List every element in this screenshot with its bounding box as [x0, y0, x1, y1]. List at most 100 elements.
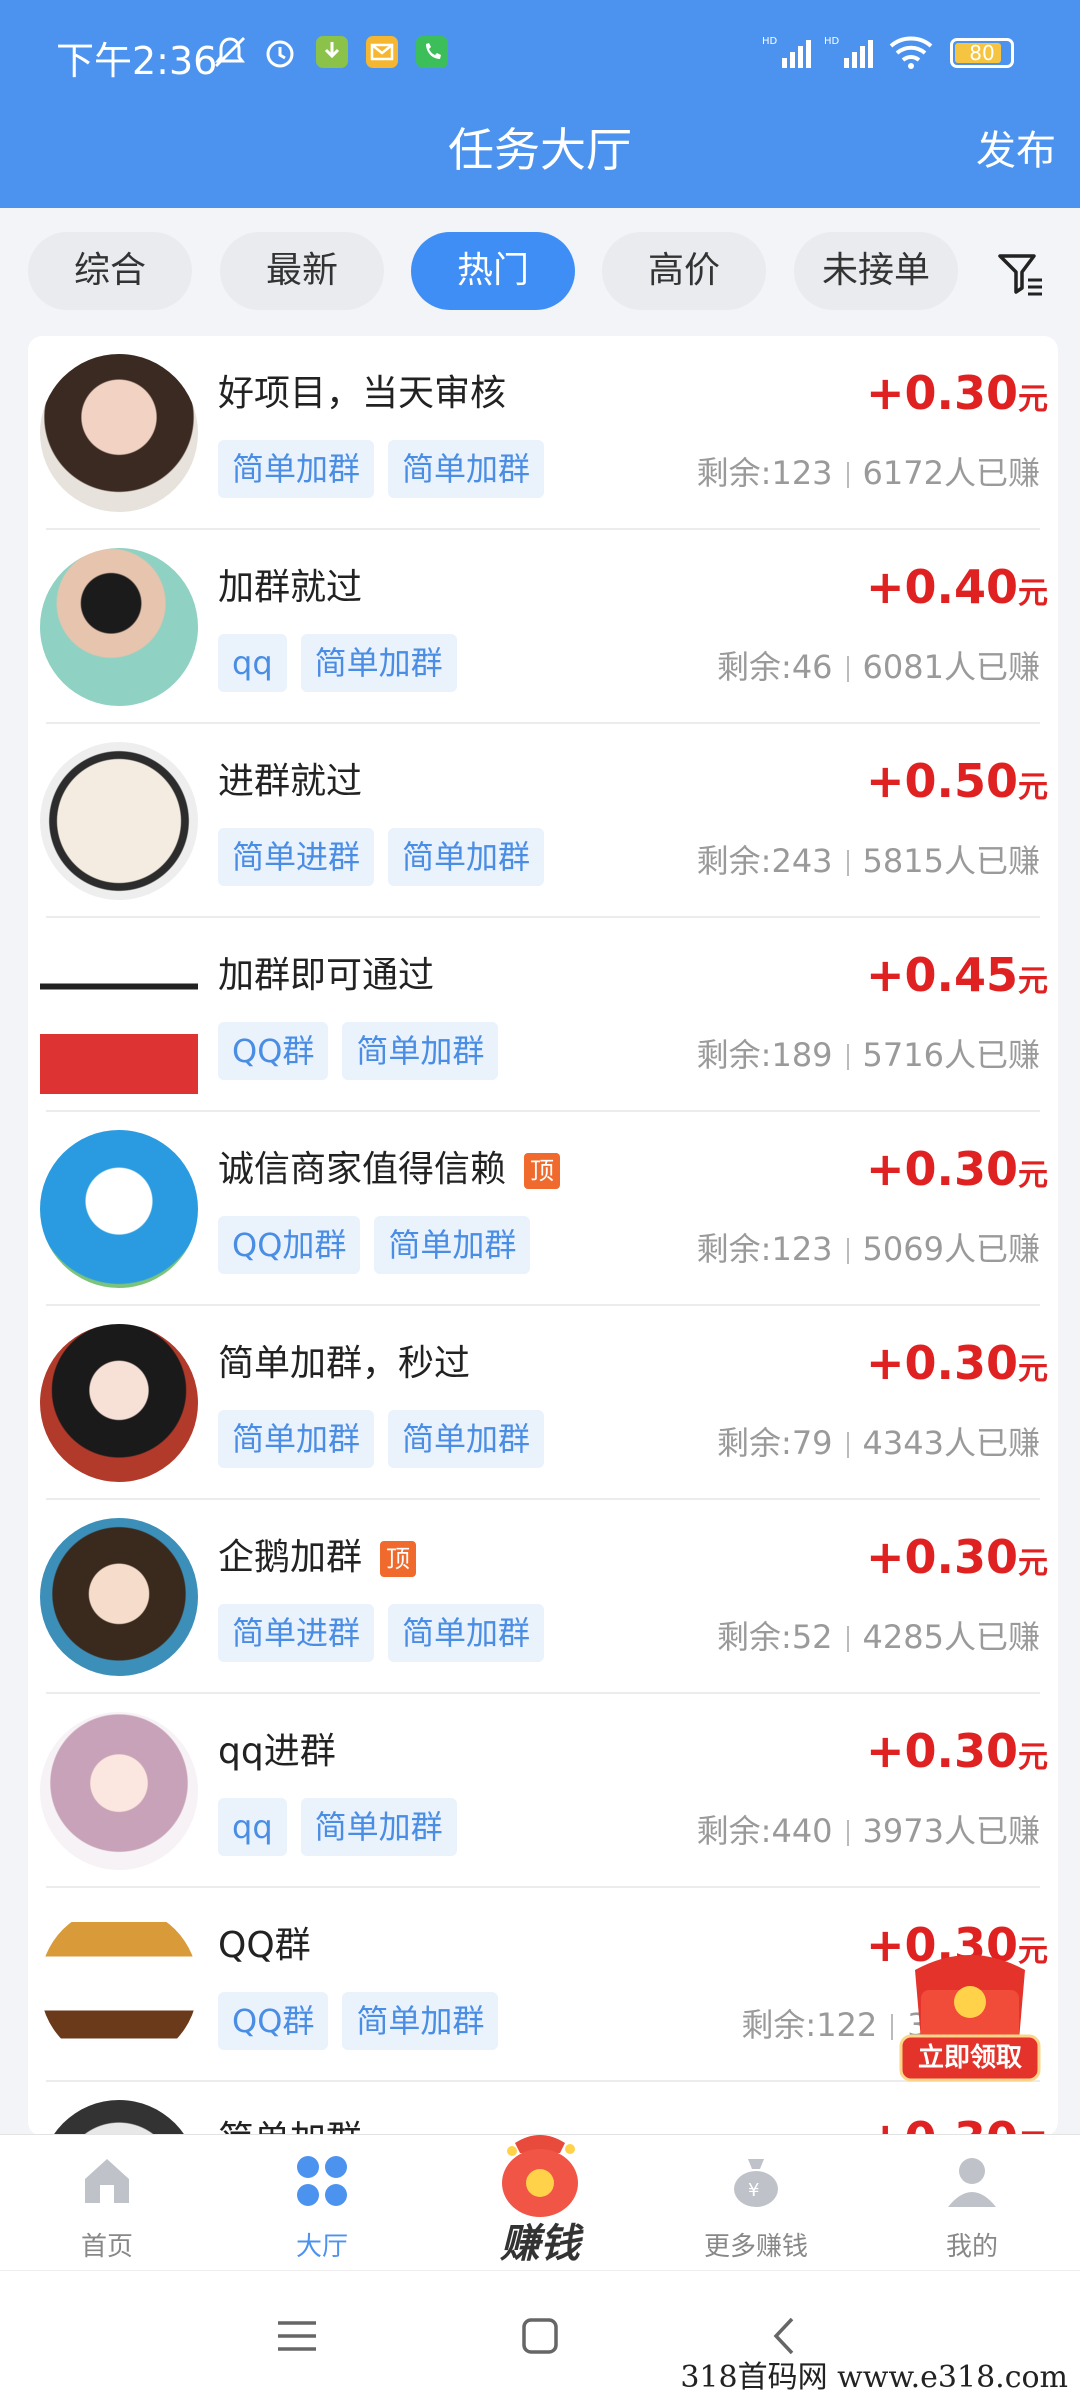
avatar [40, 354, 198, 512]
nav-hall[interactable]: 大厅 [242, 2153, 402, 2263]
task-row[interactable]: 加群就过 qq 简单加群 +0.40元 剩余:46 6081人已赚 [28, 530, 1058, 724]
task-title: qq进群 [218, 1731, 336, 1772]
wifi-icon [889, 36, 933, 69]
task-tags: 简单加群 简单加群 [218, 440, 558, 498]
task-row[interactable]: 好项目，当天审核 简单加群 简单加群 +0.30元 剩余:123 6172人已赚 [28, 336, 1058, 530]
task-title: 简单加群 [218, 2110, 362, 2136]
publish-button[interactable]: 发布 [976, 118, 1056, 176]
task-title: 加群即可通过 [218, 955, 435, 996]
task-price: +0.30元 [865, 366, 1048, 420]
avatar [40, 1324, 198, 1482]
nav-home[interactable]: 首页 [27, 2153, 187, 2263]
task-stats: 剩余:243 5815人已赚 [697, 836, 1040, 882]
task-price: +0.30元 [865, 1142, 1048, 1196]
bottom-nav: 首页 大厅 赚钱 ¥ 更多赚钱 我的 [0, 2134, 1080, 2270]
task-tags: qq 简单加群 [218, 634, 471, 692]
task-tag: QQ群 [218, 1992, 329, 2050]
user-icon [948, 2158, 996, 2207]
task-earned: 6172人已赚 [862, 454, 1040, 492]
tab-high-price[interactable]: 高价 [602, 232, 766, 310]
task-row[interactable]: 简单加群，秒过 简单加群 简单加群 +0.30元 剩余:79 4343人已赚 [28, 1306, 1058, 1500]
task-remaining: 剩余:123 [696, 1230, 833, 1268]
task-price: +0.30元 [865, 1530, 1048, 1584]
mute-bell-icon [214, 36, 246, 68]
status-time: 下午2:36 [56, 39, 218, 83]
task-remaining: 剩余:52 [717, 1618, 833, 1656]
task-stats: 剩余:52 4285人已赚 [717, 1612, 1040, 1658]
task-tag: 简单加群 [388, 440, 545, 498]
download-notify-icon [316, 36, 348, 68]
task-tag: 简单进群 [218, 1604, 375, 1662]
nav-earn-label: 赚钱 [500, 2221, 580, 2267]
task-row[interactable]: qq进群 qq 简单加群 +0.30元 剩余:440 3973人已赚 [28, 1694, 1058, 1888]
task-remaining: 剩余:123 [696, 454, 833, 492]
task-tags: 简单加群 简单加群 [218, 1410, 558, 1468]
svg-text:HD: HD [762, 36, 778, 47]
task-earned: 5815人已赚 [862, 842, 1040, 880]
task-tag: 简单加群 [300, 634, 457, 692]
filter-icon[interactable] [996, 250, 1046, 300]
avatar [40, 936, 198, 1094]
task-tag: QQ群 [218, 1022, 329, 1080]
task-row[interactable]: 诚信商家值得信赖顶 QQ加群 简单加群 +0.30元 剩余:123 5069人已赚 [28, 1112, 1058, 1306]
grid-icon [297, 2156, 347, 2206]
tab-comprehensive[interactable]: 综合 [28, 232, 192, 310]
task-remaining: 剩余:243 [696, 842, 833, 880]
task-price: +0.45元 [865, 948, 1048, 1002]
task-earned: 6081人已赚 [862, 648, 1040, 686]
avatar [40, 548, 198, 706]
task-tags: qq 简单加群 [218, 1798, 471, 1856]
filter-tabs: 综合 最新 热门 高价 未接单 [0, 208, 1080, 338]
task-tag: 简单加群 [300, 1798, 457, 1856]
watermark: 318首码网 www.e318.com [680, 2360, 1068, 2395]
task-earned: 4285人已赚 [862, 1618, 1040, 1656]
task-title: 好项目，当天审核 [218, 373, 507, 414]
task-price: +0.30元 [865, 1724, 1048, 1778]
task-title: 简单加群，秒过 [218, 1343, 471, 1384]
task-tag: QQ加群 [218, 1216, 361, 1274]
nav-home-label: 首页 [80, 2232, 133, 2262]
task-stats: 剩余:189 5716人已赚 [697, 1030, 1040, 1076]
avatar [40, 1712, 198, 1870]
menu-icon[interactable] [272, 2311, 322, 2361]
top-badge: 顶 [524, 1153, 561, 1189]
avatar [40, 1130, 198, 1288]
nav-earn[interactable]: 赚钱 [470, 2115, 610, 2267]
money-bag-icon [502, 2135, 578, 2217]
task-row[interactable]: 进群就过 简单进群 简单加群 +0.50元 剩余:243 5815人已赚 [28, 724, 1058, 918]
signal-hd-2-icon: HD [824, 36, 873, 68]
status-bar: 下午2:36 HD HD 80 [0, 0, 1080, 110]
home-icon [85, 2159, 129, 2203]
task-tag: 简单加群 [342, 1992, 499, 2050]
task-stats: 剩余:440 3973人已赚 [697, 1806, 1040, 1852]
tab-not-taken[interactable]: 未接单 [794, 232, 958, 310]
tab-latest[interactable]: 最新 [220, 232, 384, 310]
task-price: +0.40元 [865, 560, 1048, 614]
alarm-icon [266, 40, 294, 68]
nav-more-earn[interactable]: ¥ 更多赚钱 [676, 2153, 836, 2263]
nav-mine[interactable]: 我的 [892, 2153, 1052, 2263]
task-earned: 3973人已赚 [862, 1812, 1040, 1850]
task-tag: 简单进群 [218, 828, 375, 886]
top-badge: 顶 [380, 1541, 417, 1577]
task-price: +0.30元 [865, 1336, 1048, 1390]
coin-bag-icon: ¥ [734, 2159, 778, 2207]
task-row[interactable]: 企鹅加群顶 简单进群 简单加群 +0.30元 剩余:52 4285人已赚 [28, 1500, 1058, 1694]
phone-notify-icon [416, 36, 448, 68]
task-title: 诚信商家值得信赖顶 [218, 1140, 561, 1192]
task-remaining: 剩余:46 [717, 648, 833, 686]
task-tags: 简单进群 简单加群 [218, 1604, 558, 1662]
nav-hall-label: 大厅 [295, 2232, 348, 2262]
tab-hot[interactable]: 热门 [411, 232, 575, 310]
avatar [40, 1906, 198, 2064]
task-price: +0.50元 [865, 754, 1048, 808]
task-tag: 简单加群 [388, 1604, 545, 1662]
task-row[interactable]: 加群即可通过 QQ群 简单加群 +0.45元 剩余:189 5716人已赚 [28, 918, 1058, 1112]
claim-reward-button[interactable]: 立即领取 [895, 1940, 1045, 2090]
system-nav-bar: 318首码网 www.e318.com [0, 2270, 1080, 2400]
task-tag: 简单加群 [388, 1410, 545, 1468]
task-title: 进群就过 [218, 761, 363, 802]
task-earned: 5069人已赚 [862, 1230, 1040, 1268]
home-square-icon[interactable] [515, 2311, 565, 2361]
task-tags: 简单进群 简单加群 [218, 828, 558, 886]
